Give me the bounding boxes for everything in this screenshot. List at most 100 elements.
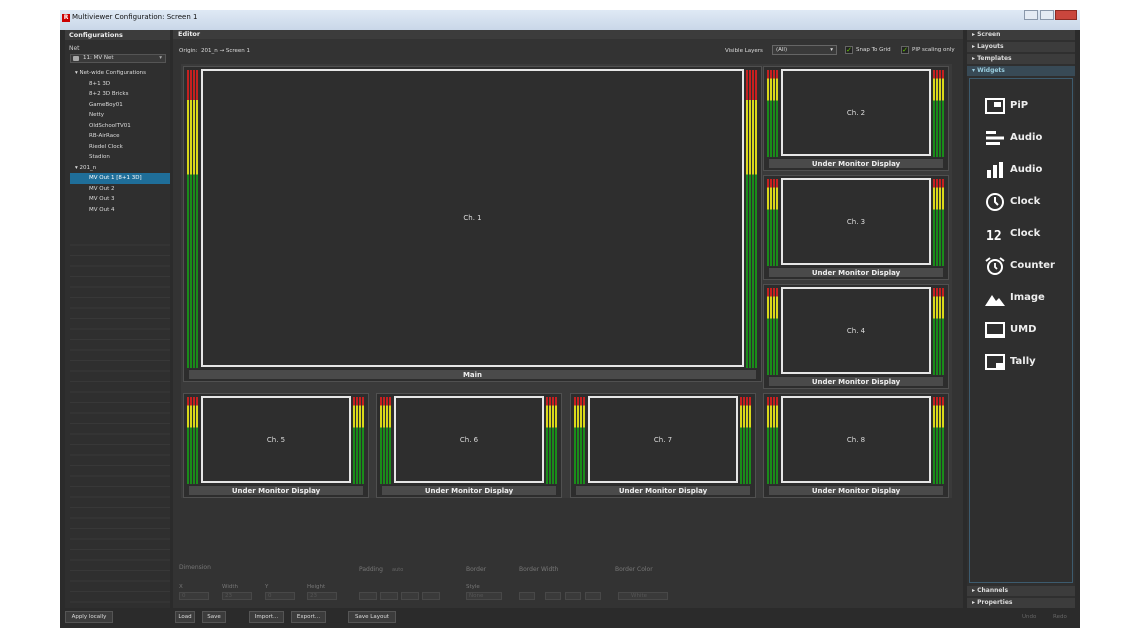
height-label: Height (307, 584, 326, 590)
monitor-7[interactable]: Ch. 7 Under Monitor Display (570, 393, 756, 498)
audio-meter-bar (190, 397, 192, 484)
tree-item[interactable]: 8+1 3D (70, 79, 170, 90)
undo-button[interactable]: Undo (1022, 614, 1036, 620)
pip-scaling-label: PIP scaling only (912, 47, 955, 53)
load-button[interactable]: Load (175, 611, 195, 623)
net-label: Net (69, 45, 80, 52)
audio-meter-bar (549, 397, 551, 484)
import-button[interactable]: Import... (249, 611, 284, 623)
net-color-icon (73, 56, 79, 61)
monitor-4[interactable]: Ch. 4 Under Monitor Display (763, 284, 949, 389)
padding-bottom-input[interactable] (401, 592, 419, 600)
audio-meter-bar (583, 397, 585, 484)
export-button[interactable]: Export... (291, 611, 326, 623)
audio-meter-left (767, 397, 779, 484)
maximize-button[interactable] (1040, 10, 1054, 20)
tree-item[interactable]: ▾ 201_n (70, 163, 170, 174)
section-screen[interactable]: ▸ Screen (967, 30, 1075, 40)
audio-meter-bar (773, 397, 775, 484)
umd-label: Main (189, 369, 756, 379)
widget-image[interactable]: Image (984, 289, 1074, 307)
audio-meter-bar (770, 70, 772, 157)
section-templates[interactable]: ▸ Templates (967, 54, 1075, 64)
y-input[interactable]: 0 (265, 592, 295, 600)
right-panel-sections: ▸ Screen ▸ Layouts ▸ Templates ▾ Widgets (967, 30, 1075, 76)
audio-meter-bar (939, 288, 941, 375)
video-area: Ch. 5 (201, 396, 351, 483)
monitor-2[interactable]: Ch. 2 Under Monitor Display (763, 66, 949, 171)
layout-canvas[interactable]: Ch. 1 Main Ch. 2 Under Monitor Display Ch. 3… (181, 64, 952, 498)
apply-locally-button[interactable]: Apply locally (65, 611, 113, 623)
tree-item[interactable]: GameBoy01 (70, 100, 170, 111)
border-width-top-input[interactable] (519, 592, 535, 600)
tree-item[interactable]: 8+2 3D Bricks (70, 89, 170, 100)
border-width-bottom-input[interactable] (565, 592, 581, 600)
border-width-label: Border Width (519, 566, 559, 573)
widgets-list: PiP Audio Audio Clock 12 Clock Counter Image UMD… (969, 78, 1073, 583)
audio-meter-bar (773, 179, 775, 266)
widget-umd[interactable]: UMD (984, 321, 1074, 339)
tree-item[interactable]: Netty (70, 110, 170, 121)
audio-meter-bar (770, 397, 772, 484)
channel-label: Ch. 1 (463, 214, 482, 222)
umd-label: Under Monitor Display (769, 158, 943, 168)
widget-clock[interactable]: Clock (984, 193, 1074, 211)
monitor-5[interactable]: Ch. 5 Under Monitor Display (183, 393, 369, 498)
border-color-select[interactable]: White (618, 592, 668, 600)
padding-right-input[interactable] (422, 592, 440, 600)
width-input[interactable]: 23 (222, 592, 252, 600)
tree-item[interactable]: Riedel Clock (70, 142, 170, 153)
border-width-left-input[interactable] (545, 592, 561, 600)
snap-to-grid-checkbox[interactable]: ✓ Snap To Grid (845, 45, 891, 55)
section-layouts[interactable]: ▸ Layouts (967, 42, 1075, 52)
width-label: Width (222, 584, 238, 590)
tree-item[interactable]: ▾ Net-wide Configurations (70, 68, 170, 79)
widget-pip[interactable]: PiP (984, 97, 1074, 115)
monitor-3[interactable]: Ch. 3 Under Monitor Display (763, 175, 949, 280)
net-select[interactable]: 11: MV Net ▾ (70, 54, 166, 63)
audio-meter-bar (933, 397, 935, 484)
channel-label: Ch. 6 (459, 435, 479, 444)
border-style-select[interactable]: None (466, 592, 502, 600)
tree-item[interactable]: Stadion (70, 152, 170, 163)
digital-clock-icon: 12 (984, 225, 1006, 244)
video-area: Ch. 1 (201, 69, 744, 367)
monitor-1[interactable]: Ch. 1 Main (183, 66, 762, 382)
close-button[interactable] (1055, 10, 1077, 20)
section-channels[interactable]: ▸ Channels (967, 586, 1075, 596)
tree-item[interactable]: MV Out 2 (70, 184, 170, 195)
audio-meter-bar (552, 397, 554, 484)
redo-button[interactable]: Redo (1053, 614, 1067, 620)
save-button[interactable]: Save (202, 611, 226, 623)
widget-label: Audio (1010, 132, 1043, 143)
tree-item[interactable]: OldSchoolTV01 (70, 121, 170, 132)
padding-left-input[interactable] (380, 592, 398, 600)
tree-item[interactable]: RB-AirRace (70, 131, 170, 142)
widget-tally[interactable]: Tally (984, 353, 1074, 371)
audio-meter-bar (770, 288, 772, 375)
audio-meter-bar (389, 397, 391, 484)
monitor-8[interactable]: Ch. 8 Under Monitor Display (763, 393, 949, 498)
padding-top-input[interactable] (359, 592, 377, 600)
tree-item[interactable]: MV Out 3 (70, 194, 170, 205)
audio-meter-bar (380, 397, 382, 484)
pip-scaling-checkbox[interactable]: ✓ PIP scaling only (901, 45, 955, 55)
section-widgets[interactable]: ▾ Widgets (967, 66, 1075, 76)
monitor-6[interactable]: Ch. 6 Under Monitor Display (376, 393, 562, 498)
section-properties[interactable]: ▸ Properties (967, 598, 1075, 608)
widget-audio[interactable]: Audio (984, 161, 1074, 179)
editor-header: Editor (173, 30, 963, 39)
height-input[interactable]: 23 (307, 592, 337, 600)
widget-audio[interactable]: Audio (984, 129, 1074, 147)
widget-clock[interactable]: 12 Clock (984, 225, 1074, 244)
visible-layers-select[interactable]: (All) ▾ (772, 45, 837, 55)
widget-counter[interactable]: Counter (984, 257, 1074, 275)
border-width-right-input[interactable] (585, 592, 601, 600)
tree-item[interactable]: MV Out 1 [8+1 3D] (70, 173, 170, 184)
x-input[interactable]: 0 (179, 592, 209, 600)
minimize-button[interactable] (1024, 10, 1038, 20)
audio-meter-bar (942, 288, 944, 375)
tree-item[interactable]: MV Out 4 (70, 205, 170, 216)
save-layout-button[interactable]: Save Layout (348, 611, 396, 623)
snap-to-grid-label: Snap To Grid (856, 47, 891, 53)
